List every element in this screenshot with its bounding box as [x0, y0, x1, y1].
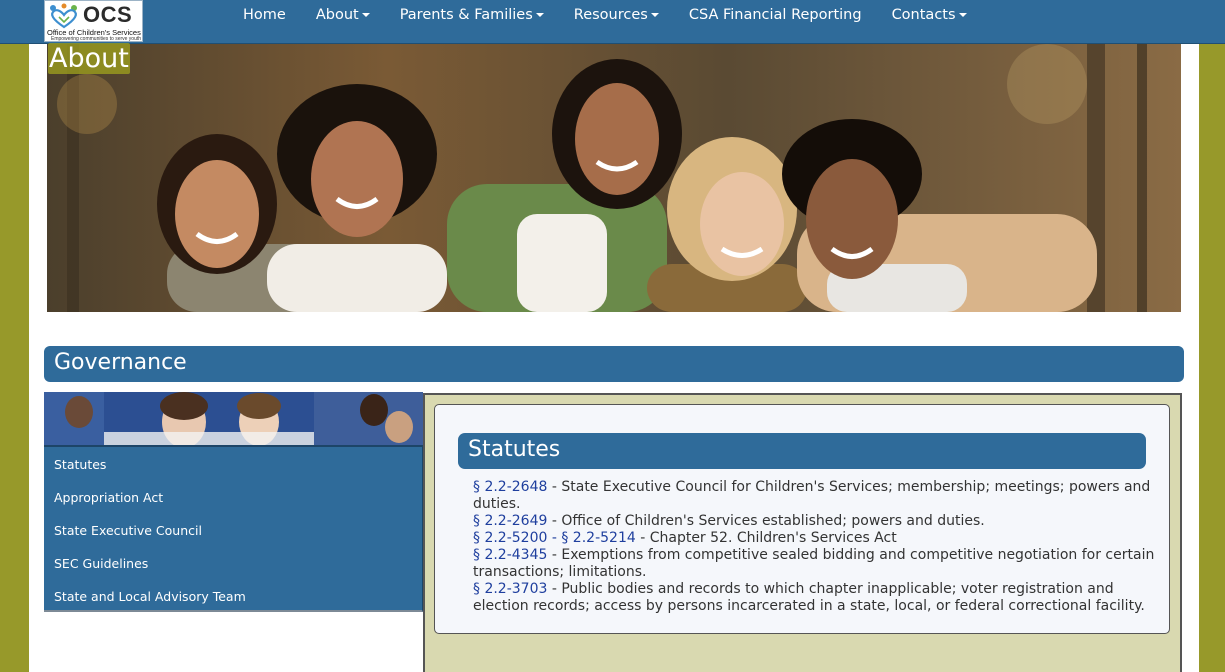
sidebar-banner-image	[44, 392, 423, 445]
statute-description: - Public bodies and records to which cha…	[473, 581, 1145, 614]
caret-down-icon	[650, 13, 659, 17]
statute-description: - Office of Children's Services establis…	[547, 513, 985, 529]
statutes-list: § 2.2-2648 - State Executive Council for…	[473, 479, 1163, 615]
hero-image	[47, 44, 1181, 312]
statutes-title: Statutes	[468, 437, 561, 462]
statute-link[interactable]: § 2.2-5200	[473, 530, 547, 546]
sidebar-item-sec-guidelines[interactable]: SEC Guidelines	[54, 556, 148, 571]
nav-resources[interactable]: Resources	[559, 0, 674, 30]
sidebar-item-state-executive-council[interactable]: State Executive Council	[54, 523, 202, 538]
caret-down-icon	[361, 13, 370, 17]
logo-tagline: Empowering communities to serve youth	[51, 36, 142, 42]
sidebar-item-state-local-advisory-team[interactable]: State and Local Advisory Team	[54, 589, 246, 604]
nav-home[interactable]: Home	[228, 0, 301, 30]
nav-contacts[interactable]: Contacts	[877, 0, 982, 30]
nav-parents-families-label: Parents & Families	[399, 7, 533, 23]
statute-link[interactable]: § 2.2-2648	[473, 479, 547, 495]
statute-separator: -	[547, 530, 562, 546]
sidebar-menu: Statutes Appropriation Act State Executi…	[44, 445, 423, 612]
statute-link[interactable]: § 2.2-2649	[473, 513, 547, 529]
caret-down-icon	[958, 13, 967, 17]
sidebar-item-statutes[interactable]: Statutes	[54, 457, 106, 472]
statute-entry: § 2.2-5200 - § 2.2-5214 - Chapter 52. Ch…	[473, 530, 1163, 547]
sidebar-item-appropriation-act[interactable]: Appropriation Act	[54, 490, 163, 505]
statute-description: - State Executive Council for Children's…	[473, 479, 1151, 512]
nav-about-label: About	[315, 7, 359, 23]
nav-csa-financial-reporting[interactable]: CSA Financial Reporting	[674, 0, 877, 30]
statute-description: - Exemptions from competitive sealed bid…	[473, 547, 1155, 580]
main-nav: Home About Parents & Families Resources …	[228, 0, 982, 30]
nav-contacts-label: Contacts	[891, 7, 956, 23]
hero-photo-illustration	[47, 44, 1181, 312]
logo-text: OCS	[83, 2, 133, 27]
statute-link[interactable]: § 2.2-5214	[561, 530, 635, 546]
statute-entry: § 2.2-4345 - Exemptions from competitive…	[473, 547, 1163, 581]
hero-title: About	[48, 43, 130, 74]
nav-resources-label: Resources	[573, 7, 648, 23]
nav-home-label: Home	[243, 7, 286, 23]
statutes-header: Statutes	[458, 433, 1146, 469]
children-photo-illustration	[44, 392, 423, 445]
statute-entry: § 2.2-2648 - State Executive Council for…	[473, 479, 1163, 513]
governance-title: Governance	[54, 350, 187, 375]
statute-entry: § 2.2-2649 - Office of Children's Servic…	[473, 513, 1163, 530]
governance-header: Governance	[44, 346, 1184, 382]
nav-csa-financial-reporting-label: CSA Financial Reporting	[688, 7, 862, 23]
statute-entry: § 2.2-3703 - Public bodies and records t…	[473, 581, 1163, 615]
statute-description: - Chapter 52. Children's Services Act	[635, 530, 897, 546]
statute-link[interactable]: § 2.2-4345	[473, 547, 547, 563]
caret-down-icon	[535, 13, 544, 17]
nav-parents-families[interactable]: Parents & Families	[385, 0, 559, 30]
statute-link[interactable]: § 2.2-3703	[473, 581, 547, 597]
heart-family-logo-icon	[50, 3, 77, 29]
top-navbar: OCS Office of Children's Services Empowe…	[0, 0, 1225, 44]
nav-about[interactable]: About	[301, 0, 385, 30]
ocs-logo[interactable]: OCS Office of Children's Services Empowe…	[44, 0, 143, 42]
